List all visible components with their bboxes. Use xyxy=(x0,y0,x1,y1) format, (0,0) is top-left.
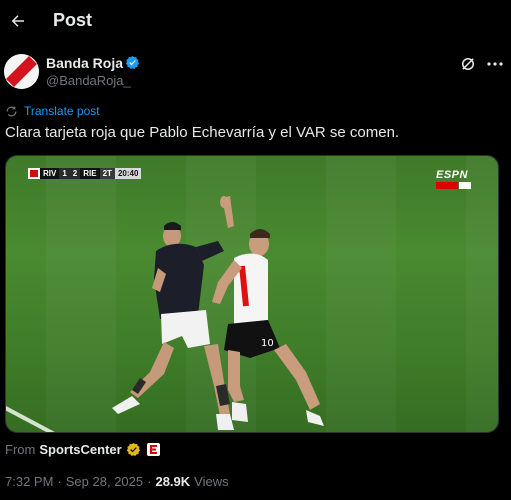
post-time[interactable]: 7:32 PM xyxy=(5,474,53,489)
player-white-kit: 10 xyxy=(212,196,324,426)
verified-badge-icon xyxy=(125,55,140,69)
more-horizontal-icon xyxy=(487,62,503,66)
author-name[interactable]: Banda Roja xyxy=(46,55,123,71)
translate-label: Translate post xyxy=(24,104,100,118)
top-bar: Post xyxy=(0,0,511,42)
avatar[interactable] xyxy=(4,54,39,89)
back-button[interactable] xyxy=(6,9,30,33)
players-illustration: 10 xyxy=(112,196,324,430)
player-dark-kit xyxy=(112,222,234,430)
banda-roja-logo-icon xyxy=(4,54,39,89)
source-prefix: From xyxy=(5,442,36,457)
arrow-left-icon xyxy=(11,15,24,27)
translate-post-link[interactable]: Translate post xyxy=(5,104,100,118)
page-title: Post xyxy=(53,10,93,30)
separator-dot: · xyxy=(147,474,152,489)
post-text: Clara tarjeta roja que Pablo Echevarría … xyxy=(5,124,400,141)
source-attribution: From SportsCenter xyxy=(5,442,160,457)
post-date[interactable]: Sep 28, 2025 xyxy=(66,474,143,489)
grok-icon xyxy=(462,58,474,70)
player-number: 10 xyxy=(261,338,274,349)
grok-button[interactable] xyxy=(459,55,477,73)
views-count: 28.9K xyxy=(155,474,191,489)
gold-verified-badge-icon xyxy=(126,442,140,456)
translate-icon xyxy=(6,106,17,116)
author-handle[interactable]: @BandaRoja_ xyxy=(46,73,131,88)
post-meta: 7:32 PM · Sep 28, 2025 · 28.9K Views xyxy=(5,474,229,489)
views-label: Views xyxy=(194,474,229,489)
more-options-button[interactable] xyxy=(484,55,506,73)
espn-e-icon xyxy=(150,445,158,454)
source-name[interactable]: SportsCenter xyxy=(39,442,121,457)
author-row: Banda Roja @BandaRoja_ xyxy=(4,54,504,90)
separator-dot: · xyxy=(57,474,62,489)
affiliate-badge-icon[interactable] xyxy=(146,443,160,456)
post-media[interactable]: RIV 1 2 RIE 2T 20:40 ESPN 10 xyxy=(5,155,499,433)
